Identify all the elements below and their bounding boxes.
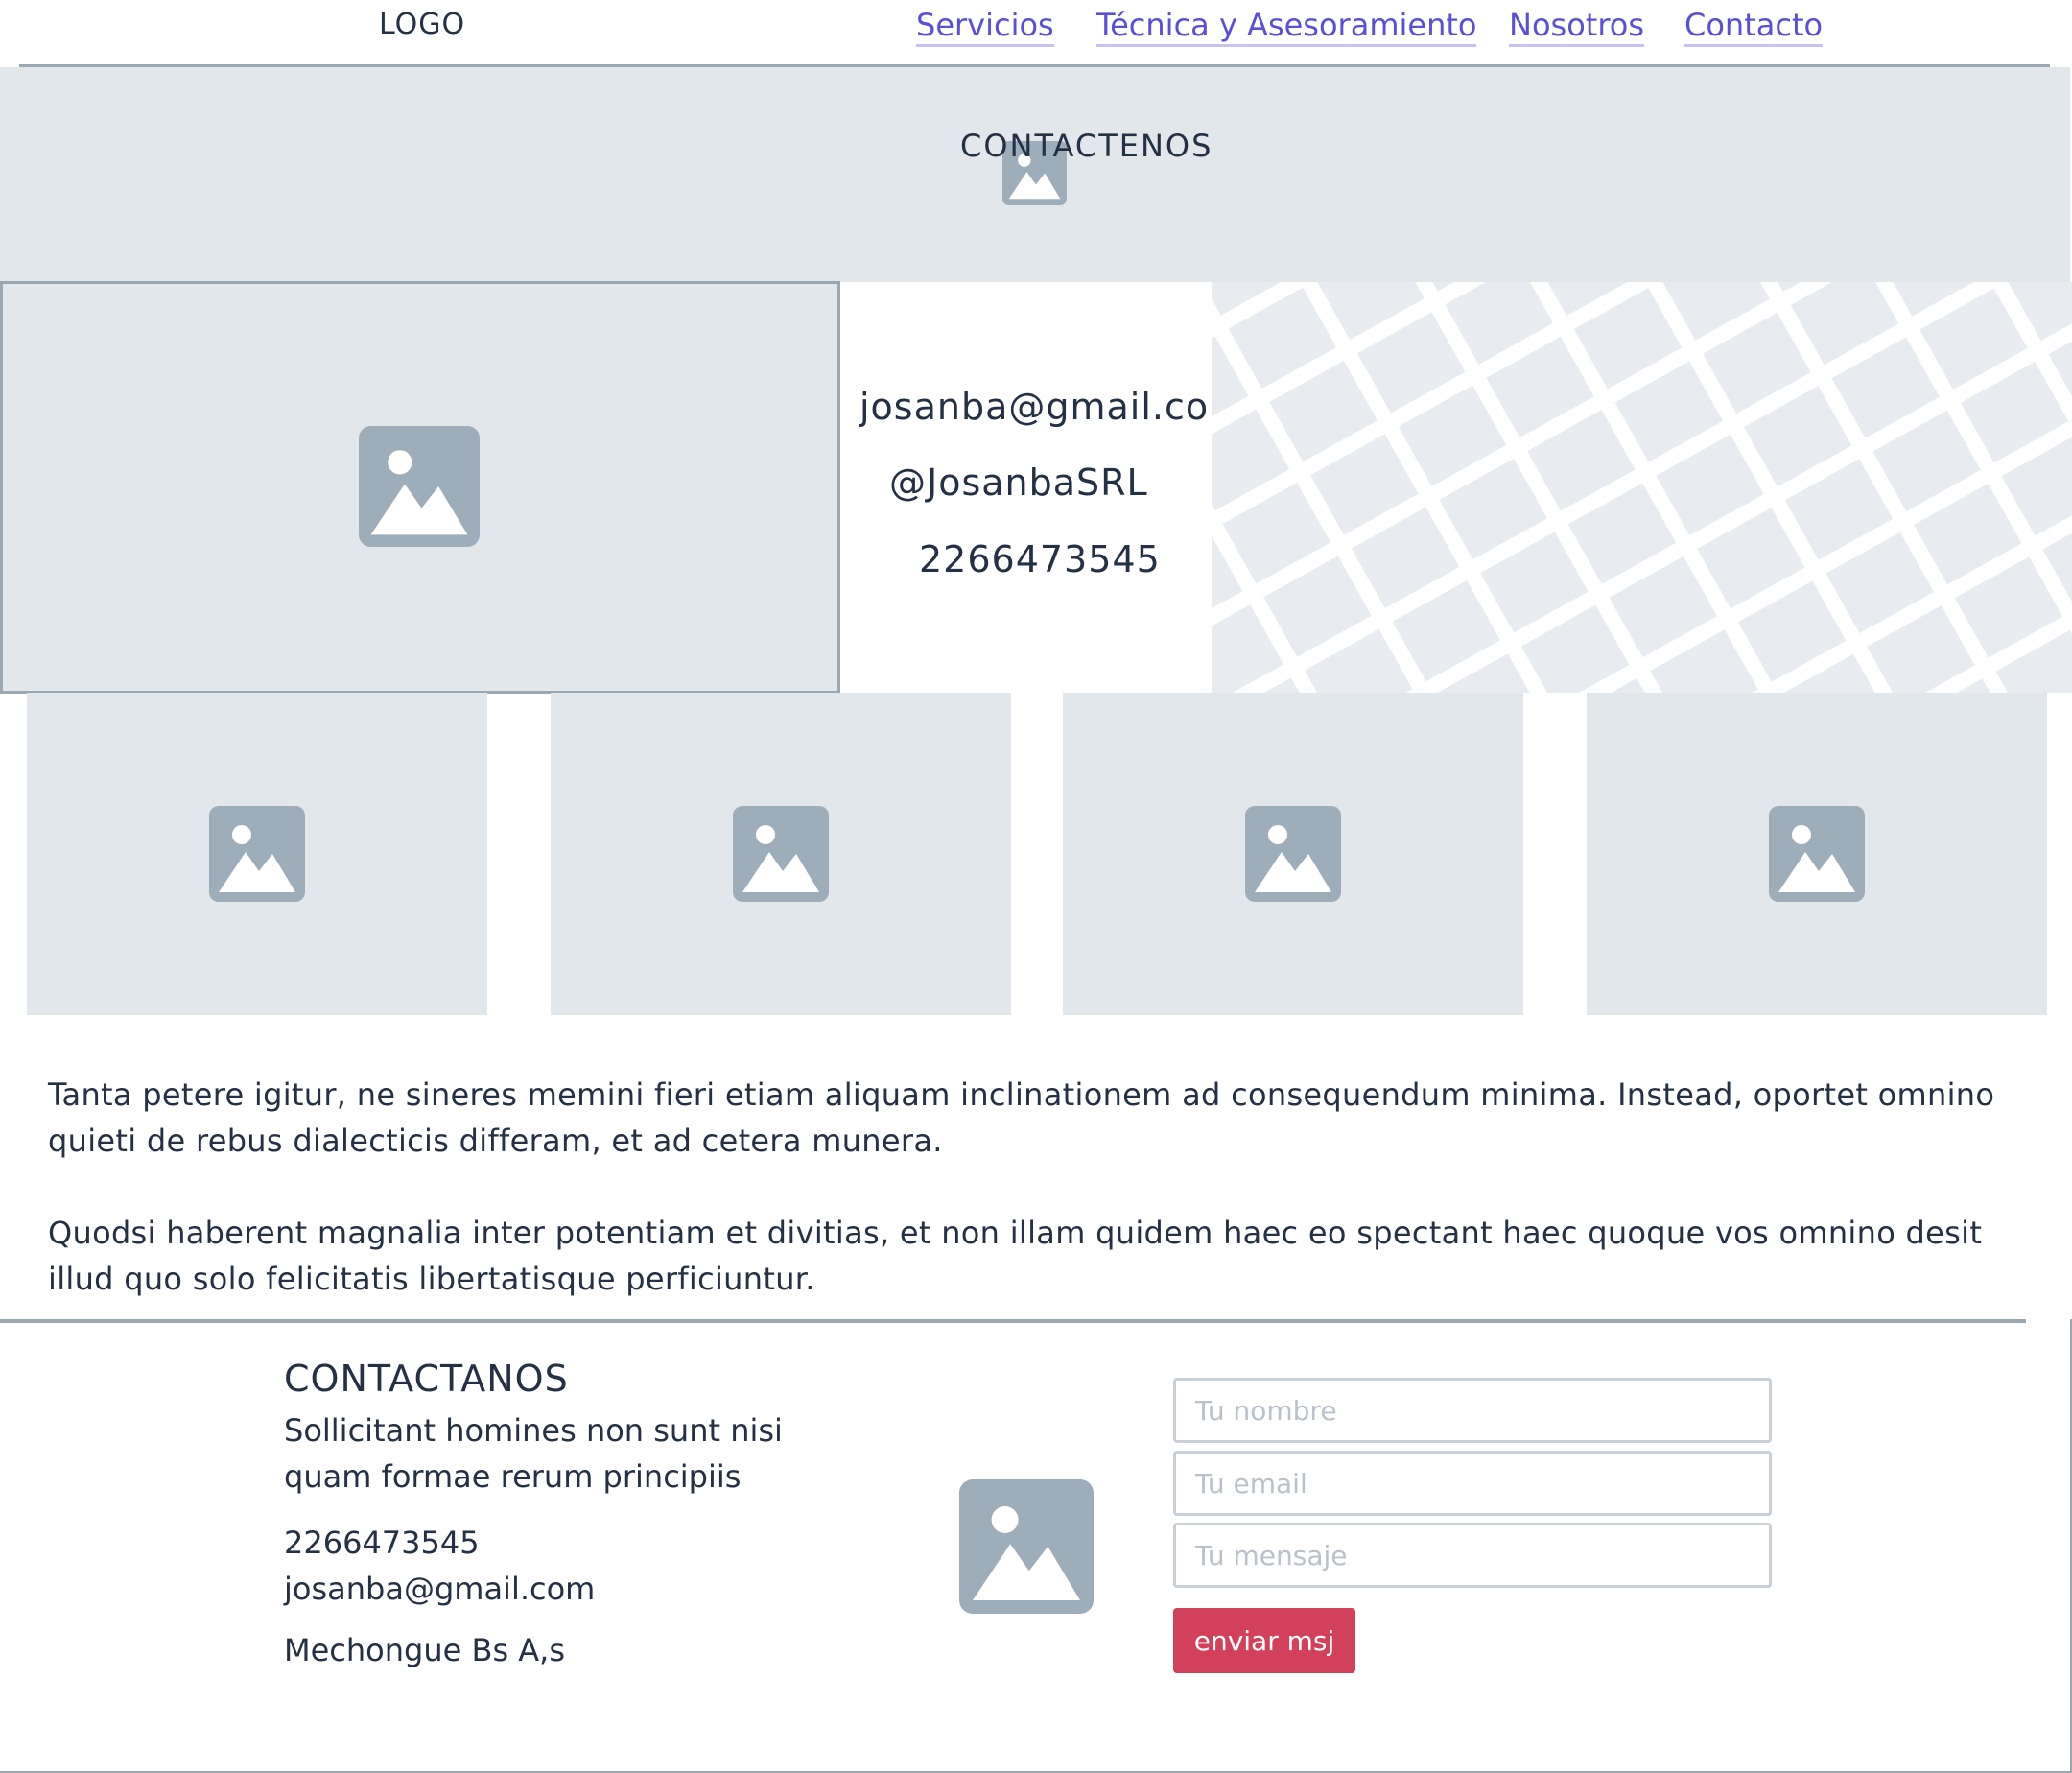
name-field[interactable]: [1173, 1378, 1772, 1443]
body-paragraph-2: Quodsi haberent magnalia inter potentiam…: [48, 1215, 1983, 1297]
message-field[interactable]: [1173, 1523, 1772, 1588]
image-placeholder-icon: [359, 426, 480, 547]
image-placeholder-icon: [1245, 806, 1341, 902]
nav-tecnica-asesoramiento[interactable]: Técnica y Asesoramiento: [1096, 6, 1477, 47]
contact-email[interactable]: josanba@gmail.com: [859, 386, 1245, 428]
footer-tagline-line2: quam formae rerum principiis: [284, 1458, 742, 1495]
image-placeholder-icon: [1769, 806, 1865, 902]
contact-phone[interactable]: 2266473545: [919, 538, 1161, 580]
image-placeholder-icon: [959, 1479, 1094, 1614]
banner-title: CONTACTENOS: [960, 128, 1213, 164]
footer-address: Mechongue Bs A,s: [284, 1632, 566, 1668]
footer-title: CONTACTANOS: [284, 1358, 569, 1400]
body-paragraph-1: Tanta petere igitur, ne sineres memini f…: [48, 1076, 1995, 1159]
image-placeholder-icon: [733, 806, 829, 902]
nav-contacto[interactable]: Contacto: [1684, 6, 1824, 47]
nav-nosotros[interactable]: Nosotros: [1509, 6, 1645, 47]
footer-divider: [0, 1319, 2026, 1323]
footer-tagline-line1: Sollicitant homines non sunt nisi: [284, 1412, 783, 1449]
footer-phone[interactable]: 2266473545: [284, 1520, 480, 1566]
footer-email[interactable]: josanba@gmail.com: [284, 1566, 595, 1612]
email-field[interactable]: [1173, 1451, 1772, 1516]
logo[interactable]: LOGO: [379, 8, 465, 41]
contact-social-handle[interactable]: @JosanbaSRL: [889, 461, 1148, 504]
map-streets-icon: [1212, 282, 2072, 693]
send-message-button[interactable]: enviar msj: [1173, 1608, 1355, 1673]
image-placeholder-icon: [209, 806, 305, 902]
nav-servicios[interactable]: Servicios: [916, 6, 1054, 47]
map-placeholder[interactable]: [1212, 282, 2072, 693]
